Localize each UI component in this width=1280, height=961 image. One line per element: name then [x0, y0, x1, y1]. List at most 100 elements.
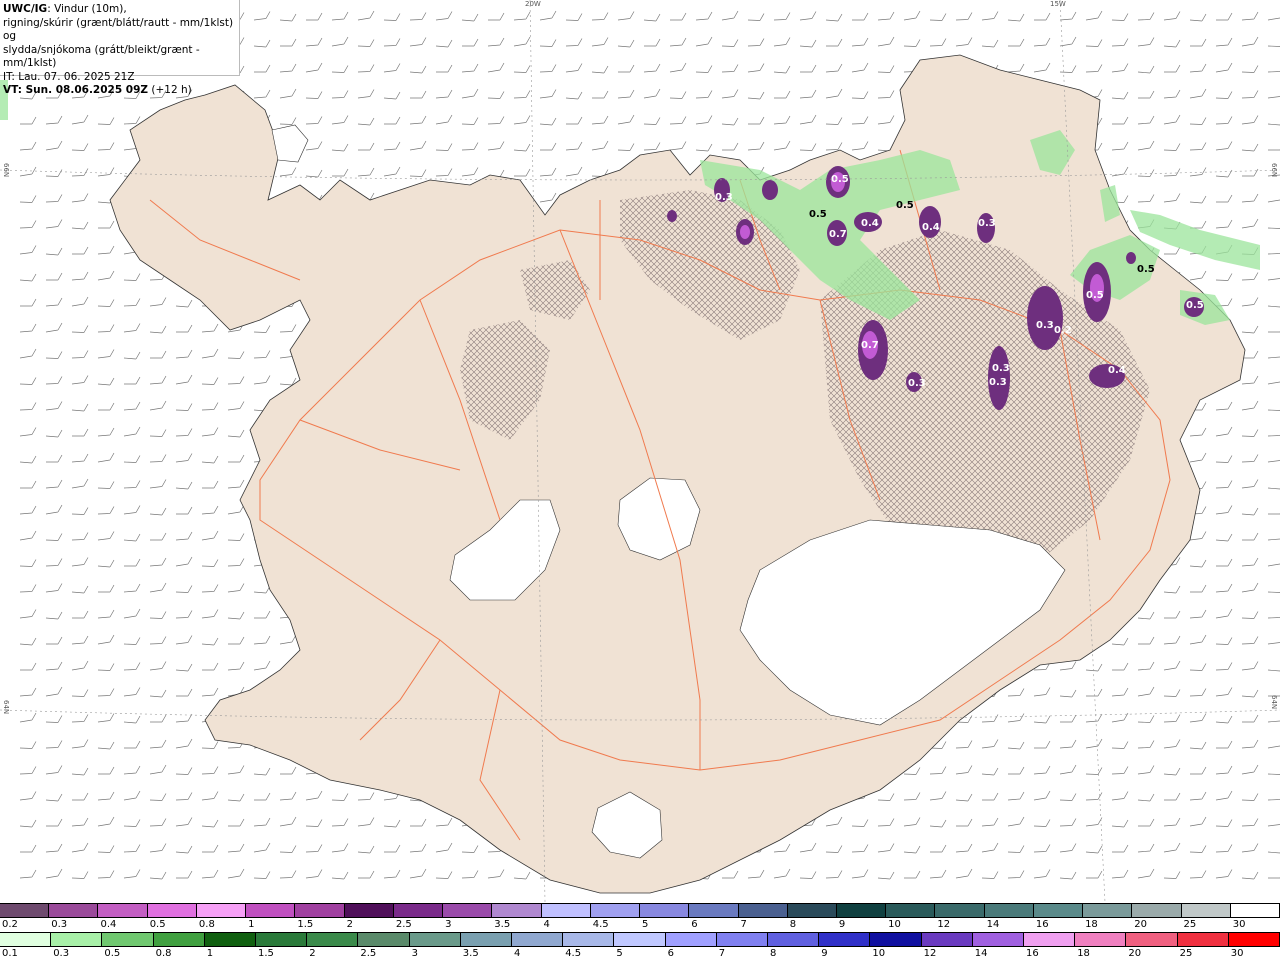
legend-swatch: [1083, 904, 1133, 917]
legend-label: 1: [206, 948, 214, 959]
legend-label: 20: [1128, 948, 1142, 959]
precip-label: 0.5: [896, 200, 914, 211]
legend-label: 20: [1134, 919, 1148, 930]
legend-label: 3.5: [462, 948, 479, 959]
legend-label: 25: [1183, 919, 1197, 930]
legend-swatch: [344, 904, 394, 917]
legend-label: 14: [974, 948, 988, 959]
weather-map: 0.5 0.3 0.4 0.7 0.4 0.3 0.5 0.5 0.5 0.3 …: [0, 0, 1280, 902]
precip-label: 0.5: [831, 174, 849, 185]
rain-color-legend: 0.1 0.3 0.5 0.8 1 1.5 2 2.5 3 3.5 4 4.5 5 6 7 8 9 10 12 14 1…: [0, 932, 1280, 961]
precip-label: 0.3: [978, 218, 996, 229]
legend-swatch: [204, 933, 257, 946]
legend-label: 2: [346, 919, 353, 930]
legend-swatch: [640, 904, 690, 917]
legend-label: 4.5: [565, 948, 582, 959]
legend-swatch: [836, 904, 887, 917]
model-name: UWC/IG: [3, 3, 48, 15]
legend-label: 12: [937, 919, 951, 930]
precip-label: 0.3: [715, 192, 733, 203]
legend-label: 2.5: [395, 919, 412, 930]
legend-label: 0.5: [104, 948, 121, 959]
legend-label: 0.3: [51, 919, 68, 930]
legend-swatch: [1181, 904, 1231, 917]
right-label-66n: 66N: [1270, 163, 1278, 178]
legend-swatch: [1024, 933, 1076, 946]
legend-swatch: [1228, 933, 1280, 946]
precip-label: 0.3: [908, 378, 926, 389]
legend-swatch: [984, 904, 1034, 917]
legend-swatch: [443, 904, 493, 917]
legend-swatch: [102, 933, 154, 946]
precip-label: 0.2: [1054, 325, 1072, 336]
precip-label: 0.4: [922, 222, 940, 233]
legend-label: 8: [770, 948, 777, 959]
legend-label: 8: [789, 919, 797, 930]
legend-label: 0.5: [149, 919, 166, 930]
legend-swatch: [512, 933, 564, 946]
legend-label: 2.5: [360, 948, 377, 959]
init-time: IT: Lau. 07. 06. 2025 21Z: [3, 70, 135, 83]
precip-label: 0.5: [809, 209, 827, 220]
legend-label: 10: [872, 948, 886, 959]
legend-label: 30: [1232, 919, 1246, 930]
legend-label: 16: [1026, 948, 1039, 959]
legend-label: 5: [616, 948, 623, 959]
legend-swatch: [358, 933, 410, 946]
legend-label: 7: [718, 948, 726, 959]
legend-swatch: [49, 904, 99, 917]
legend-swatch: [1132, 904, 1182, 917]
legend-swatch: [460, 933, 513, 946]
precip-label: 0.4: [861, 218, 879, 229]
precip-label: 0.3: [992, 363, 1010, 374]
precip-label: 0.3: [1036, 320, 1054, 331]
legend-label: 18: [1085, 919, 1098, 930]
legend-swatch: [870, 933, 922, 946]
legend-label: 2: [309, 948, 316, 959]
legend-label: 0.8: [198, 919, 215, 930]
legend-label: 16: [1035, 919, 1049, 930]
legend-swatch: [0, 904, 50, 917]
legend-swatch: [1033, 904, 1084, 917]
legend-label: 5: [642, 919, 649, 930]
snow-color-legend: 0.2 0.3 0.4 0.5 0.8 1 1.5 2 2.5 3 3.5 4 4.5 5 6 7 8 9 10 12…: [0, 903, 1280, 932]
right-label-64n: 64N: [1270, 695, 1278, 710]
info-line3: slydda/snjókoma (grátt/bleikt/grænt - mm…: [3, 43, 200, 70]
legend-swatch: [393, 904, 444, 917]
precip-label: 0.7: [861, 340, 879, 351]
legend-label: 1.5: [297, 919, 314, 930]
legend-swatch: [921, 933, 973, 946]
left-label-66n: 66N: [2, 163, 10, 178]
info-line1: : Vindur (10m),: [47, 3, 127, 15]
legend-label: 12: [923, 948, 937, 959]
legend-label: 7: [740, 919, 747, 930]
legend-swatch: [738, 904, 788, 917]
top-label-20w: 20W: [525, 0, 541, 8]
legend-swatch: [665, 933, 717, 946]
legend-swatch: [295, 904, 345, 917]
precip-label: 0.5: [1086, 290, 1104, 301]
legend-swatch: [819, 933, 871, 946]
legend-swatch: [787, 904, 837, 917]
left-label-64n: 64N: [2, 700, 10, 715]
legend-swatch: [972, 933, 1025, 946]
legend-swatch: [716, 933, 769, 946]
legend-swatch: [768, 933, 820, 946]
legend-label: 14: [986, 919, 1000, 930]
legend-label: 1.5: [258, 948, 274, 959]
legend-swatch: [98, 904, 148, 917]
legend-label: 3: [445, 919, 452, 930]
legend-label: 9: [821, 948, 828, 959]
legend-label: 4: [514, 948, 521, 959]
legend-swatch: [1230, 904, 1280, 917]
legend-swatch: [307, 933, 359, 946]
precip-label: 0.4: [1108, 365, 1126, 376]
legend-swatch: [196, 904, 247, 917]
legend-swatch: [689, 904, 739, 917]
legend-swatch: [935, 904, 985, 917]
legend-label: 0.3: [53, 948, 70, 959]
legend-label: 30: [1230, 948, 1244, 959]
legend-swatch: [541, 904, 591, 917]
legend-swatch: [409, 933, 461, 946]
legend-swatch: [1075, 933, 1127, 946]
